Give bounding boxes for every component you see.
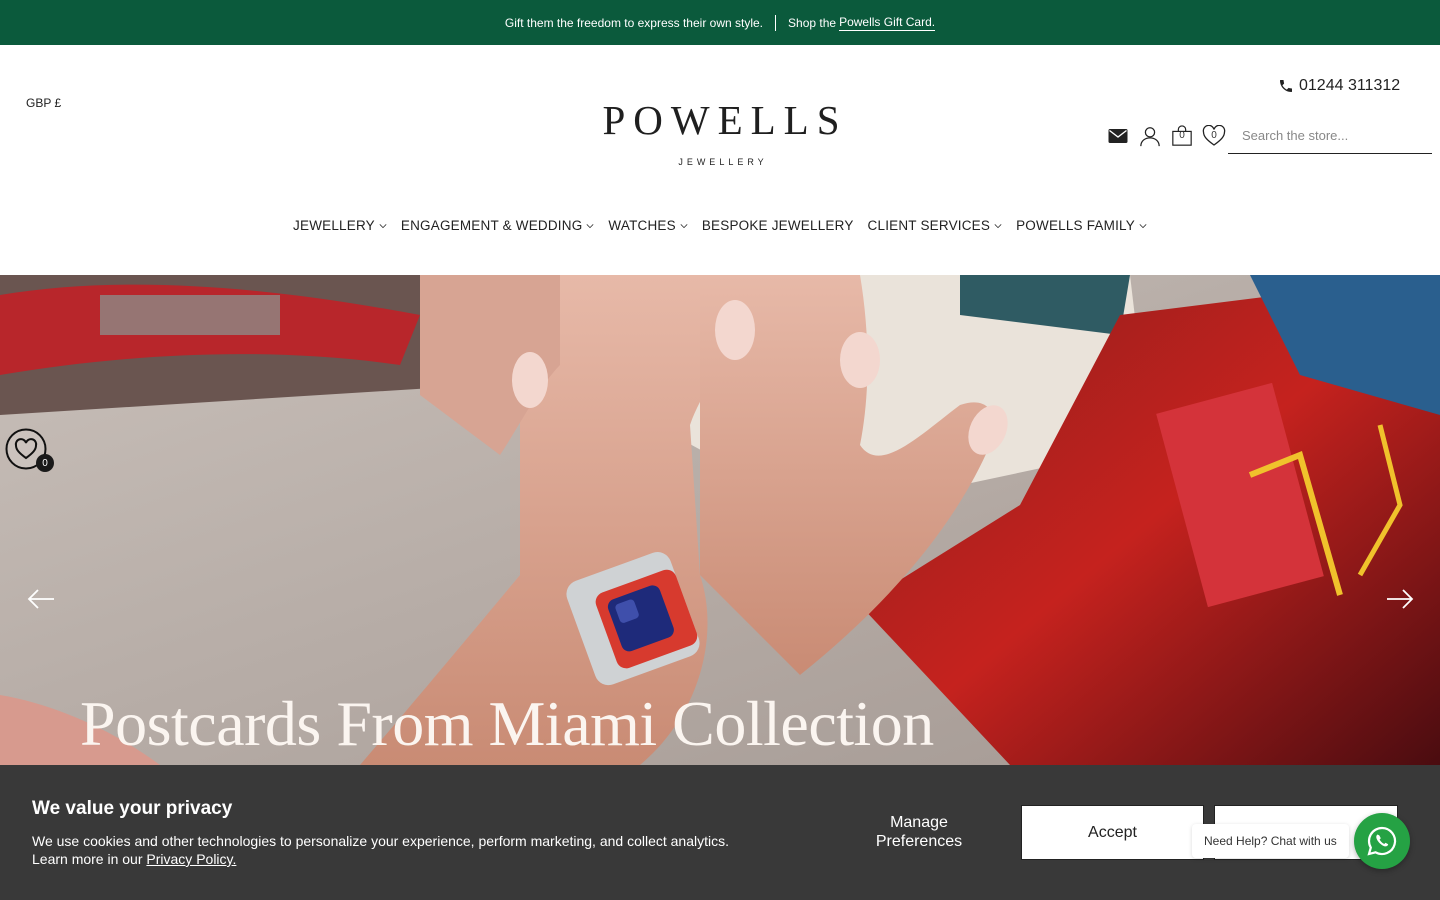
cart-count: 0 [1179,130,1185,141]
nav-label: BESPOKE JEWELLERY [701,218,854,233]
whatsapp-chat-button[interactable] [1354,813,1410,869]
hero-title: Postcards From Miami Collection [80,688,934,759]
phone-number: 01244 311312 [1299,77,1401,94]
cookie-body: We use cookies and other technologies to… [32,832,762,868]
announcement-shop-prefix: Shop the [788,15,837,30]
logo-wordmark: POWELLS [602,97,848,143]
floating-wishlist-count: 0 [36,454,54,472]
manage-line-2: Preferences [875,833,963,850]
nav-label: JEWELLERY [293,218,375,233]
nav-label: WATCHES [608,218,676,233]
arrow-left-icon[interactable] [26,587,56,611]
arrow-right-icon[interactable] [1385,587,1415,611]
chat-help-label[interactable]: Need Help? Chat with us [1192,824,1349,858]
nav-label: CLIENT SERVICES [867,218,991,233]
email-button[interactable] [1106,124,1130,148]
cookie-title: We value your privacy [32,798,233,819]
search-input[interactable] [1228,118,1432,154]
chevron-down-icon [379,223,387,228]
phone-link[interactable]: 01244 311312 [1278,77,1400,95]
chevron-down-icon [586,223,594,228]
announcement-bar: Gift them the freedom to express their o… [0,0,1440,45]
account-button[interactable] [1138,124,1162,148]
phone-icon [1280,80,1292,92]
nav-item-engagement-wedding[interactable]: ENGAGEMENT & WEDDING [401,218,595,233]
user-icon [1140,127,1160,147]
chevron-down-icon [994,223,1002,228]
privacy-policy-link[interactable]: Privacy Policy. [146,851,236,867]
hero-slider: Postcards From Miami Collection [0,275,1440,765]
main-nav: JEWELLERY ENGAGEMENT & WEDDING WATCHES B… [0,218,1440,233]
nav-label: ENGAGEMENT & WEDDING [400,218,583,233]
logo-subtitle: JEWELLERY [678,157,768,167]
cart-button[interactable]: 0 [1170,124,1194,148]
floating-wishlist-button[interactable]: 0 [5,428,54,472]
announcement-text: Gift them the freedom to express their o… [504,15,764,30]
nav-item-client-services[interactable]: CLIENT SERVICES [868,218,1003,233]
announcement-divider [775,14,777,31]
header-icons: 0 0 [1106,124,1226,148]
nav-item-watches[interactable]: WATCHES [608,218,688,233]
site-logo[interactable]: POWELLS JEWELLERY [590,97,852,168]
whatsapp-icon [1367,826,1397,856]
nav-label: POWELLS FAMILY [1016,218,1135,233]
manage-preferences-button[interactable]: Manage Preferences [856,813,982,851]
nav-item-jewellery[interactable]: JEWELLERY [293,218,387,233]
cookie-body-text: We use cookies and other technologies to… [32,833,730,867]
chevron-down-icon [680,223,688,228]
manage-line-1: Manage [890,814,948,831]
wishlist-button[interactable]: 0 [1202,124,1226,148]
chevron-down-icon [1139,223,1147,228]
nav-item-powells-family[interactable]: POWELLS FAMILY [1016,218,1147,233]
wishlist-count: 0 [1211,130,1217,141]
envelope-icon [1108,129,1128,143]
gift-card-link[interactable]: Powells Gift Card. [839,15,936,31]
accept-button[interactable]: Accept [1021,805,1204,860]
currency-selector[interactable]: GBP £ [26,96,61,110]
nav-item-bespoke-jewellery[interactable]: BESPOKE JEWELLERY [702,218,854,233]
